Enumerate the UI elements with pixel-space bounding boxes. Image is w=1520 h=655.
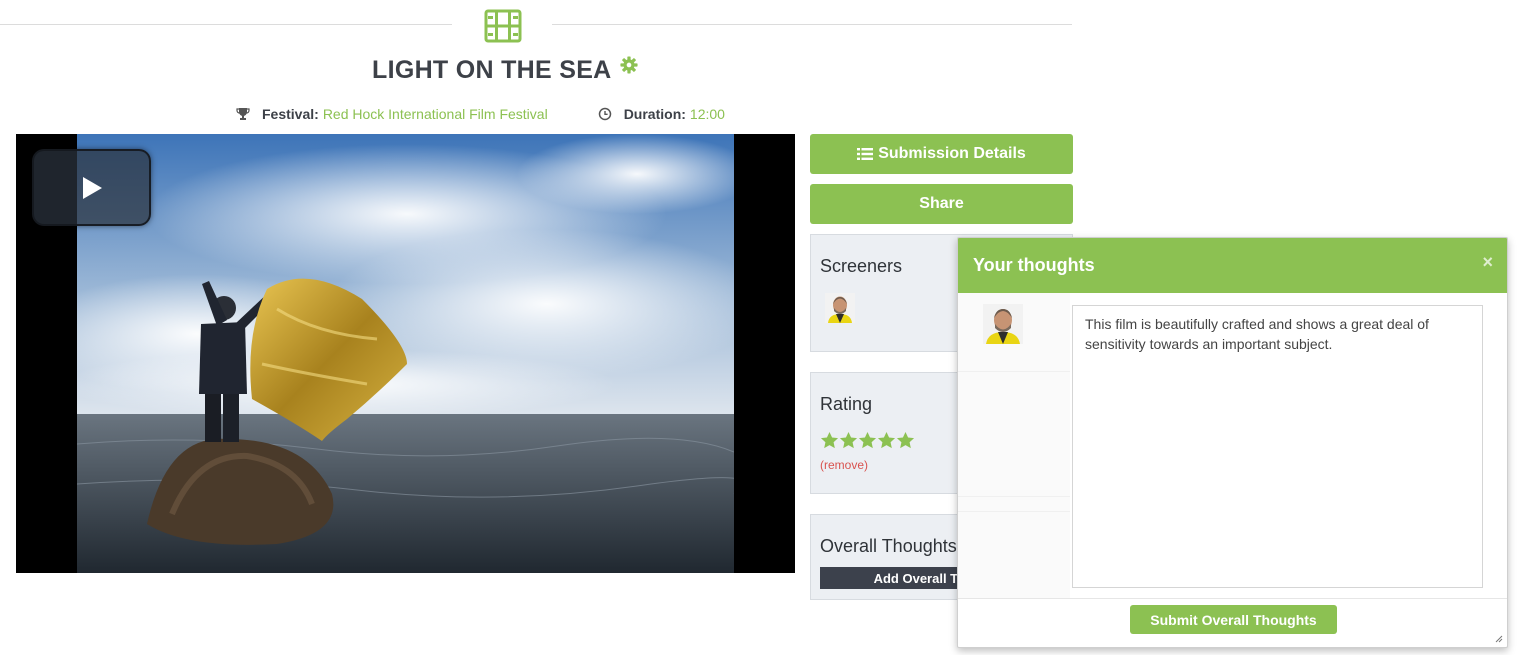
festival-label: Festival: xyxy=(262,106,319,122)
festival-link[interactable]: Red Hock International Film Festival xyxy=(323,106,548,122)
video-still xyxy=(77,134,734,573)
rating-heading: Rating xyxy=(820,394,873,414)
user-avatar xyxy=(983,304,1023,344)
overall-thoughts-heading: Overall Thoughts xyxy=(820,536,957,556)
remove-rating-link[interactable]: (remove) xyxy=(820,458,868,472)
share-label: Share xyxy=(919,195,964,212)
film-meta: Festival: Red Hock International Film Fe… xyxy=(236,103,725,125)
clock-icon xyxy=(598,107,611,121)
thoughts-textarea[interactable]: This film is beautifully crafted and sho… xyxy=(1072,305,1483,588)
play-icon xyxy=(82,176,102,199)
play-button[interactable] xyxy=(32,149,151,226)
screeners-heading: Screeners xyxy=(820,256,903,276)
gear-icon[interactable] xyxy=(620,56,638,74)
star-icon[interactable] xyxy=(896,431,915,450)
submission-details-button[interactable]: Submission Details xyxy=(810,134,1073,174)
rating-stars[interactable] xyxy=(820,431,915,450)
resize-grip-icon[interactable] xyxy=(1495,635,1503,643)
modal-title: Your thoughts xyxy=(973,255,1095,275)
duration-value: 12:00 xyxy=(689,106,725,122)
screener-avatar[interactable] xyxy=(825,293,855,323)
modal-header: Your thoughts × xyxy=(958,238,1507,293)
film-title: LIGHT ON THE SEA xyxy=(372,56,612,84)
submit-overall-thoughts-button[interactable]: Submit Overall Thoughts xyxy=(1130,605,1337,634)
video-player[interactable] xyxy=(16,134,795,573)
duration-label: Duration: xyxy=(623,106,686,122)
thoughts-modal: Your thoughts × This film is beautifully… xyxy=(957,237,1508,648)
submission-details-label: Submission Details xyxy=(878,145,1026,162)
star-icon[interactable] xyxy=(820,431,839,450)
star-icon[interactable] xyxy=(877,431,896,450)
list-icon xyxy=(857,148,874,160)
header-divider-left xyxy=(0,24,452,25)
share-button[interactable]: Share xyxy=(810,184,1073,224)
modal-footer: Submit Overall Thoughts xyxy=(958,598,1507,647)
film-icon xyxy=(484,9,522,43)
header-divider-right xyxy=(552,24,1072,25)
star-icon[interactable] xyxy=(858,431,877,450)
close-icon[interactable]: × xyxy=(1482,252,1493,273)
star-icon[interactable] xyxy=(839,431,858,450)
trophy-icon xyxy=(236,108,250,120)
title-row: LIGHT ON THE SEA xyxy=(0,56,1010,85)
